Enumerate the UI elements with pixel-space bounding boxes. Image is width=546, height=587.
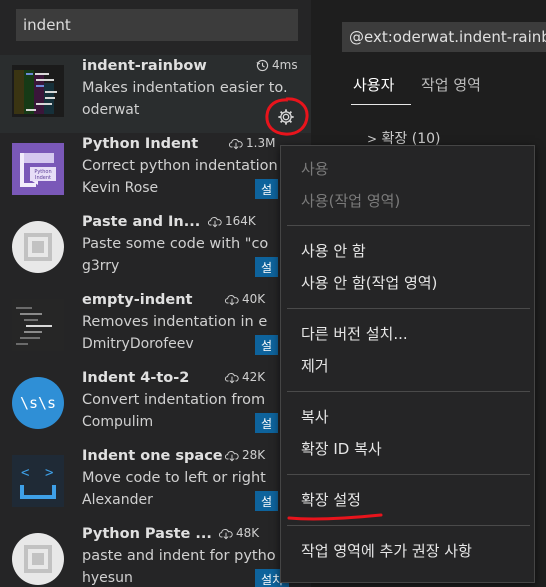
extension-stat: 164K	[208, 214, 256, 228]
indent-one-space-logo: < >	[12, 455, 64, 507]
indent-rainbow-logo	[12, 65, 64, 117]
settings-search-input[interactable]: @ext:oderwat.indent-rainbow	[342, 22, 546, 52]
settings-search-value: @ext:oderwat.indent-rainbow	[349, 28, 546, 46]
extension-stat: 1.3M	[229, 136, 275, 150]
extension-search-input[interactable]: indent	[16, 9, 298, 41]
extension-stat-value: 28K	[242, 448, 266, 462]
download-icon	[225, 372, 239, 383]
extension-description: Paste some code with "co	[82, 236, 269, 252]
extension-author: Alexander	[82, 492, 153, 508]
extension-item-indent-one-space[interactable]: < > Indent one space 28K Move code to le…	[0, 445, 311, 523]
extension-stat: 40K	[225, 292, 265, 306]
extension-stat: 4ms	[256, 58, 298, 72]
menu-item-disable[interactable]: 사용 안 함	[301, 240, 366, 261]
menu-item-copy[interactable]: 복사	[301, 406, 329, 427]
tab-workspace[interactable]: 작업 영역	[421, 74, 481, 95]
install-button[interactable]: 설	[255, 491, 279, 511]
extension-item-indent-rainbow[interactable]: indent-rainbow 4ms Makes indentation eas…	[0, 55, 311, 133]
history-icon	[256, 59, 269, 71]
extensions-sidebar: indent indent-rainbow 4ms Makes indentat…	[0, 0, 311, 587]
extension-description: paste and indent for pytho	[82, 548, 276, 564]
download-icon	[208, 216, 222, 227]
extension-description: Removes indentation in e	[82, 314, 268, 330]
extension-item-python-indent[interactable]: Python Indent Python Indent 1.3M Correct…	[0, 133, 311, 211]
menu-separator	[287, 225, 530, 226]
menu-item-add-to-workspace-recommendations[interactable]: 작업 영역에 추가 권장 사항	[301, 540, 472, 561]
python-indent-logo: Python Indent	[12, 143, 64, 195]
extension-description: Correct python indentation	[82, 158, 278, 174]
extension-context-menu: 사용 사용(작업 영역) 사용 안 함 사용 안 함(작업 영역) 다른 버전 …	[280, 145, 535, 583]
extension-author: hyesun	[82, 570, 133, 586]
menu-item-enable-workspace: 사용(작업 영역)	[301, 192, 401, 210]
indent-4-to-2-logo-text: \s\s	[20, 394, 56, 412]
extension-name: Indent one space	[82, 448, 223, 464]
install-button[interactable]: 설	[255, 257, 279, 277]
extension-name: Python Indent	[82, 136, 199, 152]
extension-author: oderwat	[82, 102, 140, 118]
extension-item-empty-indent[interactable]: empty-indent 40K Removes indentation in …	[0, 289, 311, 367]
extension-stat-value: 48K	[236, 526, 260, 540]
extension-stat-value: 1.3M	[246, 136, 276, 150]
extension-stat: 42K	[225, 370, 265, 384]
extension-author: g3rry	[82, 258, 120, 274]
menu-item-disable-workspace[interactable]: 사용 안 함(작업 영역)	[301, 272, 437, 293]
extension-stat-value: 4ms	[272, 58, 298, 72]
extension-author: Compulim	[82, 414, 154, 430]
menu-item-enable: 사용	[301, 160, 329, 178]
default-extension-logo	[12, 221, 64, 273]
extension-stat-value: 164K	[225, 214, 256, 228]
extension-name: Python Paste ...	[82, 526, 212, 542]
menu-item-extension-settings[interactable]: 확장 설정	[301, 489, 361, 510]
install-button[interactable]: 설	[255, 413, 279, 433]
menu-item-uninstall[interactable]: 제거	[301, 355, 329, 376]
extension-author: DmitryDorofeev	[82, 336, 194, 352]
extension-name: Indent 4-to-2	[82, 370, 190, 386]
install-button[interactable]: 설	[255, 335, 279, 355]
extension-stat: 48K	[219, 526, 259, 540]
menu-separator	[287, 525, 530, 526]
extension-stat: 28K	[225, 448, 265, 462]
extension-stat-value: 40K	[242, 292, 266, 306]
svg-text:>: >	[45, 465, 53, 481]
extension-name: Paste and In...	[82, 214, 201, 230]
menu-separator	[287, 391, 530, 392]
extension-description: Makes indentation easier to...	[82, 80, 287, 96]
active-tab-indicator	[351, 104, 411, 105]
empty-indent-logo	[12, 299, 64, 351]
extension-name: indent-rainbow	[82, 58, 207, 74]
tab-user[interactable]: 사용자	[353, 74, 394, 95]
download-icon	[229, 138, 243, 149]
extension-description: Move code to left or right	[82, 470, 266, 486]
menu-item-copy-extension-id[interactable]: 확장 ID 복사	[301, 438, 382, 459]
download-icon	[219, 528, 233, 539]
extension-item-indent-4-to-2[interactable]: \s\s Indent 4-to-2 42K Convert indentati…	[0, 367, 311, 445]
extension-name: empty-indent	[82, 292, 193, 308]
menu-separator	[287, 308, 530, 309]
extension-item-paste-and-indent[interactable]: Paste and In... 164K Paste some code wit…	[0, 211, 311, 289]
chevron-right-icon: >	[367, 132, 378, 146]
svg-text:<: <	[21, 465, 29, 481]
indent-4-to-2-logo: \s\s	[12, 377, 64, 429]
download-icon	[225, 294, 239, 305]
manage-extension-button[interactable]	[271, 104, 301, 130]
svg-text:Indent: Indent	[35, 175, 51, 181]
extension-author: Kevin Rose	[82, 180, 159, 196]
extension-search-value: indent	[23, 16, 71, 34]
gear-icon	[278, 109, 294, 125]
default-extension-logo	[12, 533, 64, 585]
install-button[interactable]: 설	[255, 179, 279, 199]
menu-item-install-another-version[interactable]: 다른 버전 설치...	[301, 323, 408, 344]
extension-description: Convert indentation from	[82, 392, 266, 408]
download-icon	[225, 450, 239, 461]
extension-stat-value: 42K	[242, 370, 266, 384]
menu-separator	[287, 474, 530, 475]
extension-item-python-paste[interactable]: Python Paste ... 48K paste and indent fo…	[0, 523, 311, 587]
